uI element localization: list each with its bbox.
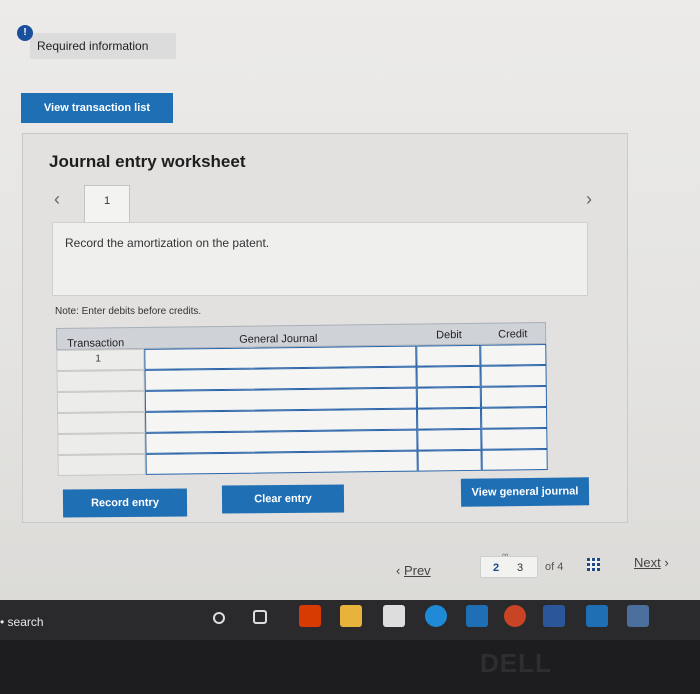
taskbar-search[interactable]: • search [0, 615, 44, 629]
chevron-left-icon[interactable]: ‹ [54, 189, 60, 210]
search-label: search [7, 615, 44, 629]
credit-input[interactable] [481, 449, 548, 471]
transaction-cell [56, 369, 145, 392]
credit-input[interactable] [481, 428, 548, 450]
note-text: Note: Enter debits before credits. [55, 306, 202, 317]
next-button[interactable]: Next › [634, 555, 669, 570]
transaction-cell [57, 432, 146, 455]
file-explorer-icon[interactable] [340, 605, 362, 627]
view-transaction-list-button[interactable]: View transaction list [21, 93, 173, 123]
header-general-journal: General Journal [239, 332, 318, 346]
required-info-label[interactable]: Required information [37, 39, 148, 53]
transaction-cell: 1 [56, 348, 145, 371]
transaction-cell [56, 390, 146, 413]
debit-input[interactable] [416, 344, 481, 367]
instruction-text: Record the amortization on the patent. [65, 236, 270, 250]
instruction-box [52, 222, 588, 296]
edge-icon[interactable] [425, 605, 447, 627]
clear-entry-button[interactable]: Clear entry [221, 484, 345, 514]
page-3[interactable]: 3 [517, 562, 523, 574]
transaction-number: 1 [95, 353, 102, 365]
record-entry-button[interactable]: Record entry [62, 488, 188, 518]
header-credit: Credit [498, 328, 528, 341]
photos-icon[interactable] [586, 605, 608, 627]
store-icon[interactable] [383, 605, 405, 627]
task-view-icon[interactable] [253, 610, 267, 624]
view-general-journal-button[interactable]: View general journal [460, 477, 590, 507]
debit-input[interactable] [417, 428, 482, 451]
credit-input[interactable] [480, 386, 548, 408]
worksheet-title: Journal entry worksheet [49, 152, 246, 171]
dell-logo: DELL [480, 648, 552, 678]
general-journal-input[interactable] [145, 450, 418, 475]
chevron-right-icon[interactable]: › [586, 189, 592, 210]
word-icon[interactable] [543, 605, 565, 627]
office-icon[interactable] [299, 605, 321, 627]
prev-button[interactable]: ‹ Prev [396, 563, 431, 578]
next-label: Next [634, 555, 661, 570]
transaction-cell [57, 453, 146, 476]
debit-input[interactable] [417, 449, 482, 472]
credit-input[interactable] [481, 407, 548, 429]
page-count: of 4 [545, 561, 564, 573]
journal-table: Transaction General Journal Debit Credit… [56, 322, 548, 476]
prev-label: Prev [403, 563, 431, 578]
transaction-cell [57, 411, 146, 434]
monitor-bezel [0, 640, 700, 694]
debit-input[interactable] [416, 386, 482, 409]
header-transaction: Transaction [67, 337, 125, 350]
app-icon[interactable] [627, 605, 649, 627]
credit-input[interactable] [480, 365, 547, 387]
debit-input[interactable] [417, 407, 482, 430]
debit-input[interactable] [416, 365, 481, 388]
cortana-icon[interactable] [213, 612, 225, 624]
page-selector[interactable]: 2 3 [480, 556, 538, 578]
credit-input[interactable] [480, 344, 547, 366]
mail-icon[interactable] [466, 605, 488, 627]
alert-icon: ! [17, 25, 33, 41]
grid-icon[interactable] [587, 558, 600, 571]
page-2[interactable]: 2 [493, 562, 499, 574]
transaction-tab[interactable]: 1 [84, 185, 130, 223]
powerpoint-icon[interactable] [504, 605, 526, 627]
header-debit: Debit [436, 329, 462, 342]
